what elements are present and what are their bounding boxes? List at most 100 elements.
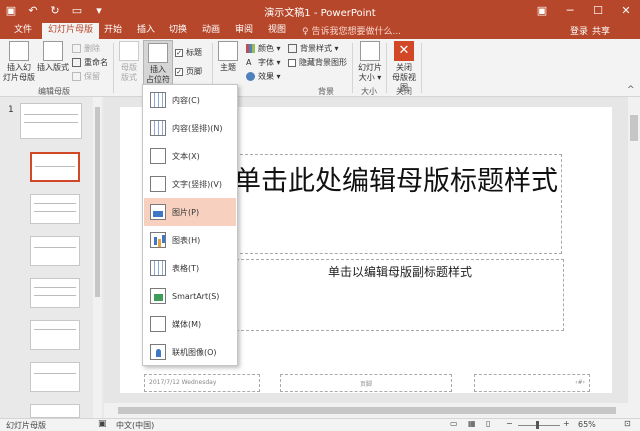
delete-label: 删除 [84, 44, 100, 53]
preserve-button[interactable]: 保留 [72, 71, 100, 82]
online-image-placeholder-icon [150, 344, 166, 360]
login-link[interactable]: 登录 [570, 24, 588, 37]
layout-thumbnail[interactable] [30, 194, 80, 224]
menu-item-label: 内容(C) [172, 95, 200, 105]
slide-horizontal-scrollbar[interactable] [104, 403, 640, 418]
menu-item-chart[interactable]: 图表(H) [144, 226, 236, 254]
group-separator [386, 43, 387, 93]
master-layout-label: 母版 版式 [121, 63, 137, 82]
zoom-slider-handle[interactable] [536, 421, 539, 429]
collapse-ribbon-icon[interactable]: ^ [627, 85, 635, 95]
delete-button[interactable]: 删除 [72, 43, 100, 54]
themes-button[interactable]: 主题 [215, 41, 241, 73]
layout-thumbnail[interactable] [30, 404, 80, 418]
menu-item-text[interactable]: 文本(X) [144, 142, 236, 170]
menu-item-label: 文字(竖排)(V) [172, 179, 222, 189]
normal-view-icon[interactable]: ▭ [450, 419, 458, 428]
insert-layout-button[interactable]: 插入版式 [36, 41, 70, 73]
tab-animations[interactable]: 动画 [196, 23, 226, 39]
menu-item-label: 图片(P) [172, 207, 200, 217]
menu-item-smartart[interactable]: SmartArt(S) [144, 282, 236, 310]
thumbnail-scrollbar[interactable] [93, 97, 102, 418]
zoom-level[interactable]: 65% [578, 420, 596, 429]
slide-number-placeholder[interactable]: ‹#› [474, 374, 590, 392]
group-close-label: 关闭 [396, 87, 412, 96]
footer-checkbox-label: 页脚 [186, 67, 202, 76]
spellcheck-icon[interactable]: ▣ [98, 419, 107, 429]
layout-thumbnail[interactable] [30, 362, 80, 392]
thumbnail-number: 1 [8, 105, 14, 115]
footer-placeholder[interactable]: 页脚 [280, 374, 452, 392]
vertical-scroll-thumb[interactable] [630, 115, 638, 141]
tab-home[interactable]: 开始 [98, 23, 128, 39]
status-bar: 幻灯片母版 ▣ 中文(中国) ▭ ▦ ▯ − + 65% ⊡ [0, 418, 640, 431]
insert-placeholder-icon [148, 43, 168, 63]
effects-button[interactable]: 效果 ▾ [246, 71, 281, 82]
footer-checkbox[interactable]: ✓ 页脚 [175, 66, 202, 77]
share-button[interactable]: 共享 [592, 24, 610, 37]
fonts-button[interactable]: A 字体 ▾ [246, 57, 281, 68]
slide-size-icon [360, 41, 380, 61]
checkbox-unchecked-icon [288, 58, 296, 67]
maximize-icon[interactable]: ☐ [584, 0, 612, 21]
date-placeholder[interactable]: 2017/7/12 Wednesday [144, 374, 260, 392]
tab-insert[interactable]: 插入 [131, 23, 161, 39]
zoom-in-icon[interactable]: + [563, 419, 570, 428]
fonts-label: 字体 ▾ [258, 58, 281, 67]
horizontal-scroll-thumb[interactable] [118, 407, 616, 414]
smartart-placeholder-icon [150, 288, 166, 304]
hide-background-checkbox[interactable]: 隐藏背景图形 [288, 57, 347, 68]
menu-item-content-vertical[interactable]: 内容(竖排)(N) [144, 114, 236, 142]
slide-size-button[interactable]: 幻灯片 大小 ▾ [355, 41, 385, 83]
slide-vertical-scrollbar[interactable] [628, 97, 640, 403]
slide-sorter-view-icon[interactable]: ▦ [468, 419, 476, 428]
thumbnail-line [35, 166, 75, 167]
text-vertical-placeholder-icon [150, 176, 166, 192]
menu-item-online-image[interactable]: 联机图像(O) [144, 338, 236, 366]
title-checkbox[interactable]: ✓ 标题 [175, 47, 202, 58]
master-layout-button[interactable]: 母版 版式 [117, 41, 141, 83]
colors-label: 颜色 ▾ [258, 44, 281, 53]
tab-slide-master[interactable]: 幻灯片母版 [42, 23, 100, 39]
insert-slide-master-button[interactable]: 插入幻 灯片母版 [3, 41, 35, 83]
colors-button[interactable]: 颜色 ▾ [246, 43, 281, 54]
layout-thumbnail-selected[interactable] [30, 152, 80, 182]
insert-placeholder-button[interactable]: 插入 占位符 ▾ [143, 40, 173, 94]
menu-item-content[interactable]: 内容(C) [144, 86, 236, 114]
thumbnail-line [34, 211, 76, 212]
thumbnail-line [34, 329, 76, 330]
menu-item-text-vertical[interactable]: 文字(竖排)(V) [144, 170, 236, 198]
preserve-icon [72, 72, 81, 81]
tab-file[interactable]: 文件 [8, 23, 38, 39]
background-styles-button[interactable]: 背景样式 ▾ [288, 43, 339, 54]
zoom-slider-track[interactable] [518, 425, 560, 426]
thumbnail-scroll-thumb[interactable] [95, 107, 100, 297]
tab-review[interactable]: 审阅 [229, 23, 259, 39]
tell-me-search[interactable]: ♀ 告诉我您想要做什么... [302, 24, 401, 37]
master-thumbnail[interactable] [20, 103, 82, 139]
title-bar: ▣ ↶ ↻ ▭ ▾ 演示文稿1 - PowerPoint ▣ ─ ☐ ✕ [0, 0, 640, 21]
zoom-out-icon[interactable]: − [506, 419, 513, 428]
close-icon[interactable]: ✕ [612, 0, 640, 21]
content-vertical-placeholder-icon [150, 120, 166, 136]
fit-to-window-icon[interactable]: ⊡ [624, 419, 631, 428]
thumbnail-line [34, 373, 76, 374]
layout-thumbnail[interactable] [30, 320, 80, 350]
ribbon: 插入幻 灯片母版 插入版式 删除 重命名 保留 编辑母版 母版 版式 插入 占位… [0, 39, 640, 97]
tab-view[interactable]: 视图 [262, 23, 292, 39]
tab-transitions[interactable]: 切换 [163, 23, 193, 39]
ribbon-tabs: 文件 幻灯片母版 开始 插入 切换 动画 审阅 视图 ♀ 告诉我您想要做什么..… [0, 21, 640, 39]
ribbon-display-icon[interactable]: ▣ [528, 0, 556, 21]
layout-thumbnail[interactable] [30, 236, 80, 266]
menu-item-table[interactable]: 表格(T) [144, 254, 236, 282]
status-language[interactable]: 中文(中国) [116, 420, 154, 431]
title-placeholder[interactable]: 单击此处编辑母版标题样式 [230, 154, 562, 254]
rename-button[interactable]: 重命名 [72, 57, 108, 68]
layout-thumbnail[interactable] [30, 278, 80, 308]
menu-item-label: 媒体(M) [172, 319, 202, 329]
menu-item-media[interactable]: 媒体(M) [144, 310, 236, 338]
menu-item-picture[interactable]: 图片(P) [144, 198, 236, 226]
subtitle-placeholder[interactable]: 单击以编辑母版副标题样式 [236, 259, 564, 331]
minimize-icon[interactable]: ─ [556, 0, 584, 21]
reading-view-icon[interactable]: ▯ [486, 419, 490, 428]
